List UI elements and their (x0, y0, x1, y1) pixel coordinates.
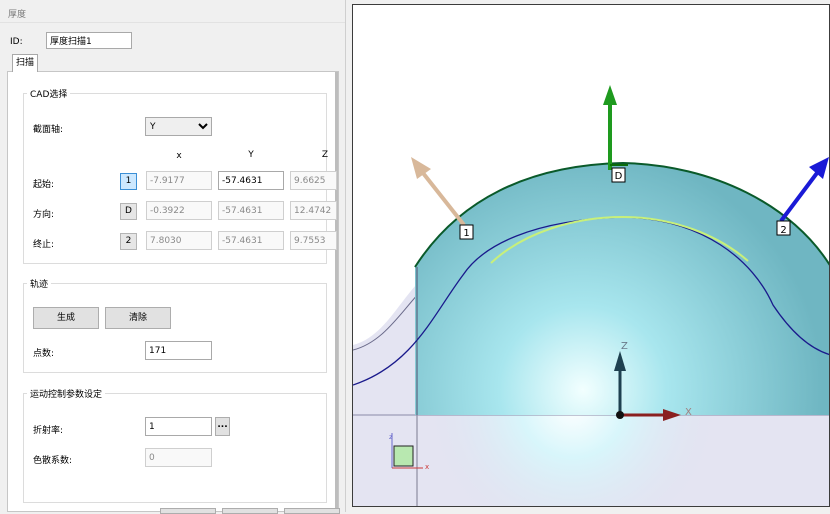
title-separator (0, 22, 345, 23)
refraction-browse-button[interactable]: ... (215, 417, 230, 436)
mini-x-label: x (425, 463, 429, 471)
column-x-header: x (176, 151, 182, 161)
section-axis-select[interactable]: Y (145, 117, 212, 136)
direction-point-button[interactable]: D (120, 203, 137, 220)
start-marker[interactable]: 1 (459, 224, 474, 240)
mini-z-label: z (389, 433, 393, 441)
scene-svg: 1 D 2 Z X z x (353, 85, 829, 506)
start-arrow-head (411, 157, 431, 179)
viewport-bottom-strip (352, 507, 830, 512)
dialog-title: 厚度 (8, 10, 27, 20)
points-count-input[interactable] (145, 341, 212, 360)
refraction-label: 折射率: (33, 426, 64, 436)
column-z-header: Z (321, 150, 329, 160)
dispersion-input[interactable] (145, 448, 212, 467)
points-count-label: 点数: (33, 349, 55, 359)
origin-point (616, 411, 624, 419)
tab-scan[interactable]: 扫描 (12, 54, 38, 72)
refraction-input[interactable] (145, 417, 212, 436)
start-label: 起始: (33, 180, 55, 190)
end-y-field[interactable] (218, 231, 284, 250)
motion-control-title: 运动控制参数设定 (27, 387, 106, 400)
cancel-button[interactable] (222, 508, 278, 514)
start-point-button[interactable]: 1 (120, 173, 137, 190)
end-x-field[interactable] (146, 231, 212, 250)
end-marker-label: 2 (780, 225, 786, 236)
end-arrow-shaft (779, 171, 819, 223)
cad-selection-title: CAD选择 (27, 87, 71, 100)
start-arrow-shaft (421, 171, 466, 227)
end-label: 终止: (33, 240, 55, 250)
end-z-field[interactable] (290, 231, 337, 250)
lens-dome (415, 163, 829, 415)
clear-button[interactable]: 清除 (105, 307, 171, 329)
generate-button[interactable]: 生成 (33, 307, 99, 329)
3d-viewport[interactable]: 1 D 2 Z X z x (352, 4, 830, 507)
ok-button[interactable] (160, 508, 216, 514)
id-label: ID: (10, 37, 23, 47)
end-arrow-head (809, 157, 829, 179)
section-axis-label: 截面轴: (33, 125, 64, 135)
end-marker[interactable]: 2 (776, 220, 791, 236)
direction-y-field[interactable] (218, 201, 284, 220)
direction-marker-label: D (615, 171, 623, 182)
thickness-dialog: 厚度 ID: 扫描 CAD选择 截面轴: Y x Y Z 起始: 1 方向: D… (0, 0, 346, 514)
start-y-field[interactable] (218, 171, 284, 190)
direction-arrow-head (603, 85, 617, 105)
start-z-field[interactable] (290, 171, 337, 190)
orientation-cube[interactable] (393, 445, 414, 467)
start-marker-label: 1 (463, 228, 469, 239)
direction-z-field[interactable] (290, 201, 337, 220)
direction-marker[interactable]: D (611, 167, 626, 183)
end-point-button[interactable]: 2 (120, 233, 137, 250)
id-input[interactable] (46, 32, 132, 49)
x-axis-label: X (685, 407, 692, 418)
start-x-field[interactable] (146, 171, 212, 190)
column-y-header: Y (248, 150, 254, 160)
direction-label: 方向: (33, 210, 55, 220)
trajectory-title: 轨迹 (27, 277, 52, 290)
direction-x-field[interactable] (146, 201, 212, 220)
z-axis-label: Z (621, 341, 628, 352)
scrollbar[interactable] (335, 72, 338, 512)
dispersion-label: 色散系数: (33, 456, 73, 466)
body-glow (353, 415, 829, 506)
apply-button[interactable] (284, 508, 340, 514)
